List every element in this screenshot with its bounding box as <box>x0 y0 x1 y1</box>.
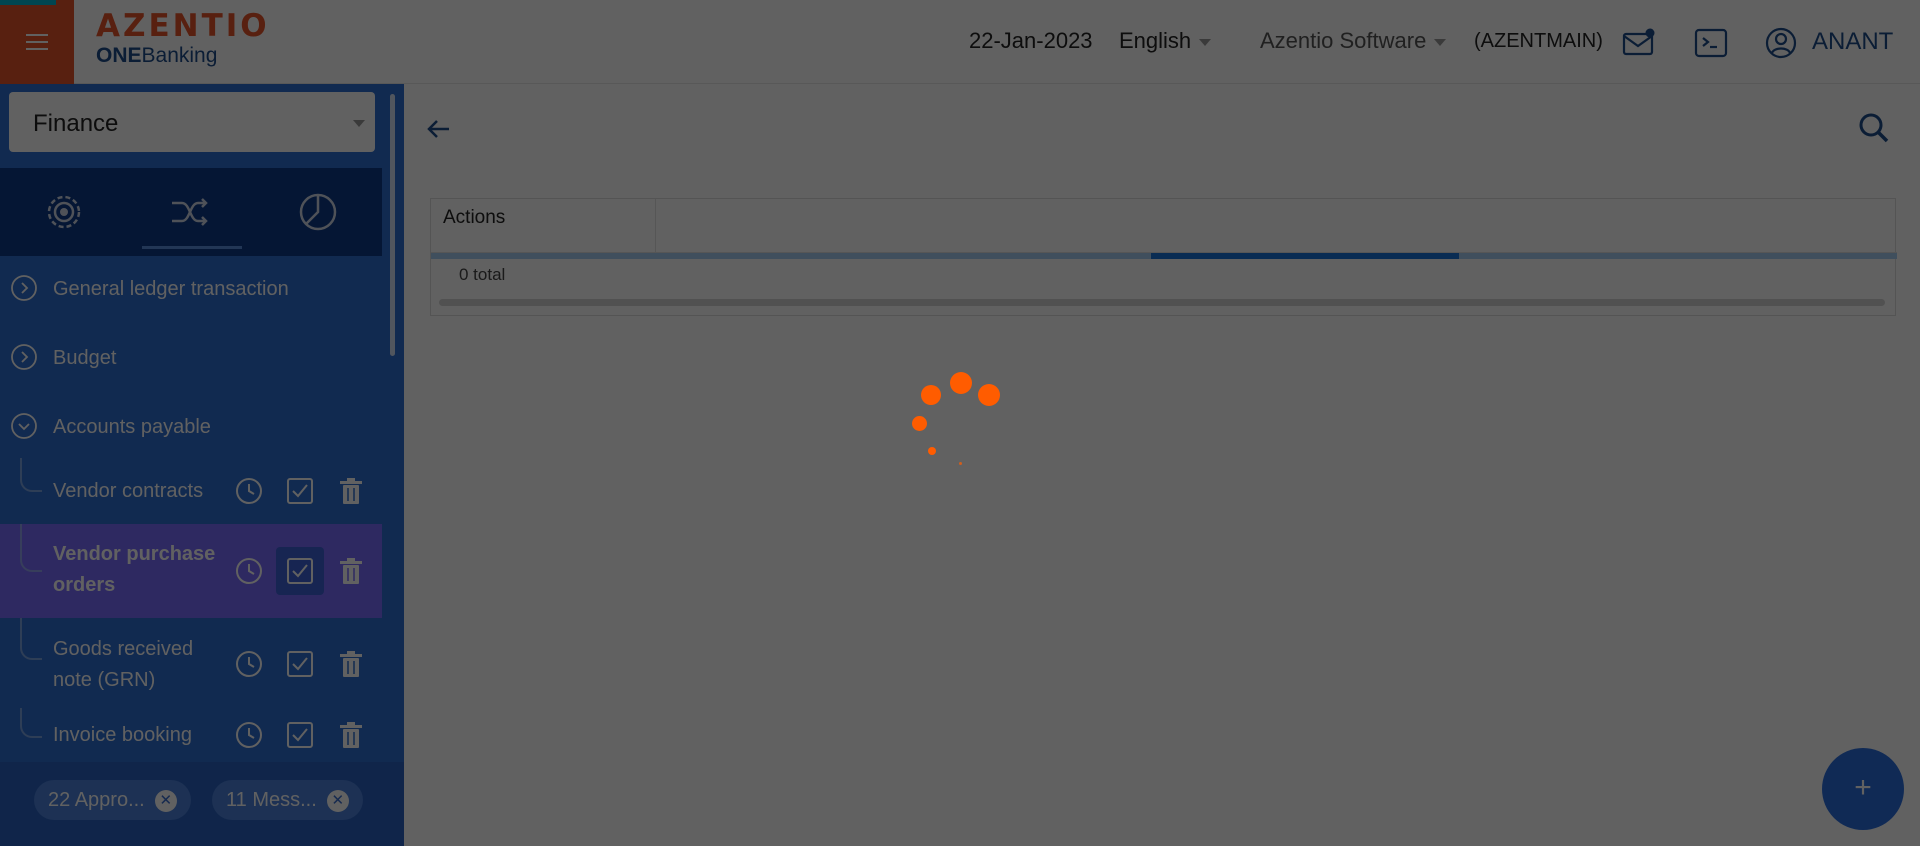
trash-icon[interactable] <box>336 476 366 506</box>
menu-toggle-button[interactable] <box>0 0 74 84</box>
company-select[interactable]: Azentio Software <box>1260 28 1447 54</box>
close-icon[interactable]: ✕ <box>326 789 349 812</box>
grid-horizontal-scrollbar[interactable] <box>439 299 1885 306</box>
business-date: 22-Jan-2023 <box>969 28 1093 53</box>
chevron-right-circle-icon <box>11 275 37 301</box>
chevron-right-circle-icon <box>11 344 37 370</box>
trash-icon[interactable] <box>336 556 366 586</box>
app-logo: AZENTIO ONEBanking <box>96 8 270 68</box>
chevron-down-icon <box>1199 38 1212 46</box>
top-header: AZENTIO ONEBanking 22-Jan-2023 English A… <box>0 0 1920 84</box>
checkbox-icon[interactable] <box>285 556 315 586</box>
column-divider <box>655 199 656 253</box>
branch-code: (AZENTMAIN) <box>1474 30 1603 52</box>
trash-icon[interactable] <box>336 720 366 750</box>
sidebar-scrollbar[interactable] <box>390 94 395 356</box>
mail-icon[interactable] <box>1622 26 1656 60</box>
loading-spinner <box>900 360 1020 480</box>
active-tab-indicator <box>142 246 242 249</box>
pie-chart-icon[interactable] <box>296 190 340 234</box>
spinner-dot <box>978 384 1000 406</box>
grid-loading-bar <box>431 253 1897 259</box>
top-loading-indicator <box>0 0 56 5</box>
hamburger-icon <box>26 34 48 50</box>
chevron-down-icon <box>353 120 365 127</box>
menu-item-general-ledger-transaction[interactable]: General ledger transaction <box>0 258 382 318</box>
user-avatar-icon[interactable] <box>1764 26 1798 60</box>
menu-item-budget[interactable]: Budget <box>0 327 382 387</box>
language-select[interactable]: English <box>1119 28 1212 54</box>
clock-icon[interactable] <box>234 556 264 586</box>
tree-branch <box>20 708 42 738</box>
column-header-actions[interactable]: Actions <box>443 207 505 229</box>
checkbox-icon[interactable] <box>285 649 315 679</box>
clock-icon[interactable] <box>234 720 264 750</box>
messages-pill[interactable]: 11 Mess... ✕ <box>212 780 363 820</box>
brand-name: AZENTIO <box>96 8 270 44</box>
grid-header: Actions <box>431 199 1897 253</box>
product-name: ONEBanking <box>96 44 218 67</box>
gear-icon[interactable] <box>42 190 86 234</box>
chevron-down-icon <box>1434 38 1447 46</box>
spinner-dot <box>950 372 972 394</box>
approvals-pill[interactable]: 22 Appro... ✕ <box>34 780 191 820</box>
spinner-dot <box>921 385 941 405</box>
terminal-icon[interactable] <box>1694 26 1728 60</box>
back-arrow-icon[interactable] <box>426 116 452 142</box>
grid-total-count: 0 total <box>459 265 506 284</box>
shuffle-icon[interactable] <box>168 190 212 234</box>
module-select[interactable]: Finance <box>9 92 375 152</box>
tree-branch <box>20 458 42 492</box>
spinner-dot <box>928 447 936 455</box>
clock-icon[interactable] <box>234 649 264 679</box>
sidebar: Finance General ledger transaction Budge… <box>0 84 404 846</box>
menu-item-accounts-payable[interactable]: Accounts payable <box>0 396 382 456</box>
spinner-dot <box>912 416 927 431</box>
checkbox-icon[interactable] <box>285 720 315 750</box>
spinner-dot <box>959 462 962 465</box>
menu-item-label: General ledger transaction <box>53 278 289 300</box>
submenu-item-vendor-contracts[interactable]: Vendor contracts <box>0 458 382 524</box>
add-fab-button[interactable]: + <box>1822 748 1904 830</box>
sidebar-toolbar <box>0 168 382 256</box>
search-icon[interactable] <box>1858 112 1890 144</box>
close-icon[interactable]: ✕ <box>154 789 177 812</box>
trash-icon[interactable] <box>336 649 366 679</box>
checkbox-icon[interactable] <box>285 476 315 506</box>
menu-item-label: Accounts payable <box>53 416 211 438</box>
clock-icon[interactable] <box>234 476 264 506</box>
tree-branch <box>20 618 42 660</box>
chevron-down-circle-icon <box>11 413 37 439</box>
submenu-item-vendor-purchase-orders[interactable]: Vendor purchase orders <box>0 524 382 618</box>
submenu-item-goods-received-note[interactable]: Goods received note (GRN) <box>0 618 382 708</box>
data-grid: Actions 0 total <box>430 198 1897 316</box>
user-name[interactable]: ANANT <box>1812 28 1893 56</box>
menu-item-label: Budget <box>53 347 117 369</box>
tree-branch <box>20 524 42 572</box>
grid-loading-bar-fill <box>1151 253 1459 259</box>
